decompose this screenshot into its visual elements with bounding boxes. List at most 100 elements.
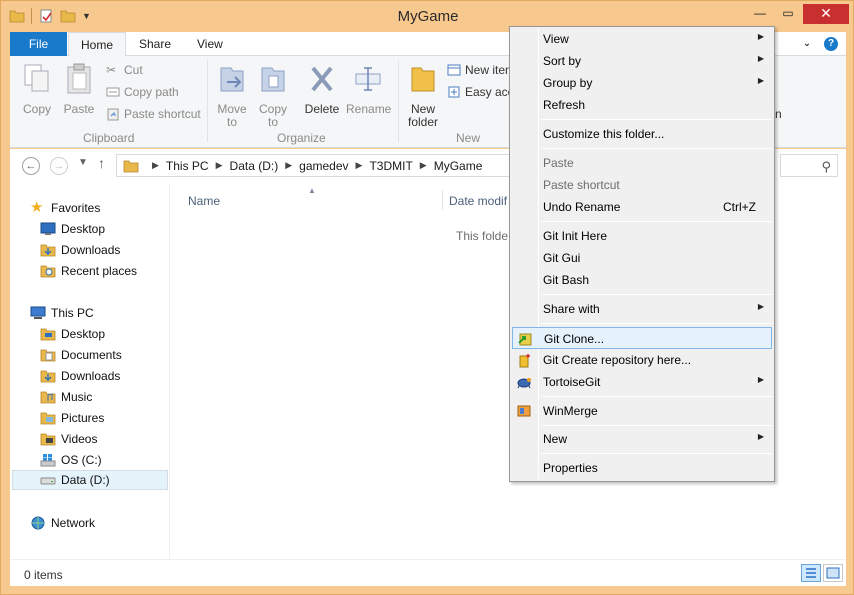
cut-button[interactable]: ✂ Cut <box>106 60 143 80</box>
sort-ascending-icon: ▲ <box>308 186 316 195</box>
scissors-icon: ✂ <box>106 63 117 77</box>
minimize-button[interactable]: — <box>747 4 773 24</box>
nav-item-videos[interactable]: Videos <box>40 429 97 449</box>
move-to-button[interactable]: Move to <box>212 62 252 129</box>
chevron-right-icon[interactable]: ▶ <box>285 160 292 171</box>
menu-item-refresh[interactable]: Refresh <box>512 94 772 116</box>
nav-this-pc[interactable]: This PC <box>30 303 94 323</box>
shortcut-label: Ctrl+Z <box>723 200 756 214</box>
nav-item-data-d[interactable]: Data (D:) <box>12 470 168 490</box>
paste-icon <box>67 63 91 94</box>
music-icon <box>40 391 56 404</box>
window-title: MyGame <box>397 8 459 25</box>
menu-separator <box>541 323 772 324</box>
new-item-button[interactable]: New iten <box>447 60 512 80</box>
easy-access-button[interactable]: Easy acc <box>447 82 514 102</box>
tab-home[interactable]: Home <box>68 32 126 57</box>
menu-item-git-create-repository[interactable]: Git Create repository here... <box>512 349 772 371</box>
chevron-right-icon: ▶ <box>757 76 764 85</box>
nav-favorites[interactable]: ★ Favorites <box>30 198 100 218</box>
menu-item-properties[interactable]: Properties <box>512 457 772 479</box>
expand-ribbon-icon[interactable]: ⌄ <box>800 37 814 51</box>
rename-button[interactable]: Rename <box>346 62 391 116</box>
nav-network[interactable]: Network <box>30 513 95 533</box>
network-icon <box>31 516 45 530</box>
copy-to-icon <box>261 67 285 92</box>
nav-item-os-c[interactable]: OS (C:) <box>40 450 102 470</box>
menu-item-git-clone[interactable]: Git Clone... <box>512 327 772 349</box>
tab-view[interactable]: View <box>197 32 223 56</box>
tortoisegit-icon <box>517 378 531 389</box>
column-divider[interactable] <box>442 190 443 210</box>
breadcrumb-gamedev[interactable]: gamedev <box>299 159 348 173</box>
menu-item-git-bash[interactable]: Git Bash <box>512 269 772 291</box>
recent-locations-icon[interactable]: ▼ <box>78 157 88 168</box>
breadcrumb-data-d[interactable]: Data (D:) <box>230 159 279 173</box>
delete-button[interactable]: Delete <box>302 62 342 116</box>
forward-button[interactable]: → <box>50 157 68 175</box>
tab-share[interactable]: Share <box>139 32 171 56</box>
breadcrumb-t3dmit[interactable]: T3DMIT <box>369 159 412 173</box>
pictures-icon <box>40 412 56 425</box>
menu-item-git-gui[interactable]: Git Gui <box>512 247 772 269</box>
address-bar[interactable]: ▶ This PC ▶ Data (D:) ▶ gamedev ▶ T3DMIT… <box>116 154 516 177</box>
winmerge-icon <box>517 405 531 417</box>
up-button[interactable]: ↑ <box>98 155 105 171</box>
breadcrumb-mygame[interactable]: MyGame <box>434 159 483 173</box>
nav-item-pictures[interactable]: Pictures <box>40 408 104 428</box>
clipboard-group-label: Clipboard <box>83 131 135 145</box>
copy-path-icon <box>106 87 120 97</box>
menu-item-new[interactable]: New ▶ <box>512 428 772 450</box>
menu-item-undo-rename[interactable]: Undo Rename Ctrl+Z <box>512 196 772 218</box>
copy-to-button[interactable]: Copy to <box>254 62 292 129</box>
menu-item-winmerge[interactable]: WinMerge <box>512 400 772 422</box>
git-clone-icon <box>518 333 532 346</box>
chevron-right-icon[interactable]: ▶ <box>420 160 427 171</box>
copy-path-button[interactable]: Copy path <box>106 82 179 102</box>
paste-button[interactable]: Paste <box>60 62 98 116</box>
nav-item-favorites-downloads[interactable]: Downloads <box>40 240 120 260</box>
back-button[interactable]: ← <box>22 157 40 175</box>
chevron-right-icon[interactable]: ▶ <box>356 160 363 171</box>
menu-item-git-init-here[interactable]: Git Init Here <box>512 225 772 247</box>
menu-item-customize-folder[interactable]: Customize this folder... <box>512 123 772 145</box>
nav-item-downloads[interactable]: Downloads <box>40 366 120 386</box>
chevron-right-icon: ▶ <box>757 54 764 63</box>
menu-item-view[interactable]: View ▶ <box>512 28 772 50</box>
ribbon-cut-off-label: n <box>775 107 782 121</box>
desktop-icon <box>40 222 56 235</box>
desktop-folder-icon <box>40 328 56 341</box>
chevron-right-icon: ▶ <box>757 432 764 441</box>
menu-item-group-by[interactable]: Group by ▶ <box>512 72 772 94</box>
chevron-right-icon: ▶ <box>757 375 764 384</box>
status-bar: 0 items <box>10 559 846 586</box>
nav-item-recent-places[interactable]: Recent places <box>40 261 137 281</box>
nav-item-music[interactable]: Music <box>40 387 92 407</box>
column-header-name[interactable]: Name <box>188 194 220 208</box>
column-header-date-modified[interactable]: Date modif <box>449 194 507 208</box>
search-input[interactable]: ⚲ <box>780 154 838 177</box>
nav-item-desktop[interactable]: Desktop <box>40 324 105 344</box>
menu-item-tortoisegit[interactable]: TortoiseGit ▶ <box>512 371 772 393</box>
nav-item-documents[interactable]: Documents <box>40 345 122 365</box>
group-divider <box>207 60 208 142</box>
menu-separator <box>541 453 772 454</box>
nav-item-favorites-desktop[interactable]: Desktop <box>40 219 105 239</box>
chevron-right-icon[interactable]: ▶ <box>216 160 223 171</box>
delete-icon <box>311 66 333 92</box>
paste-shortcut-button[interactable]: Paste shortcut <box>106 104 201 124</box>
new-group-label: New <box>456 131 481 145</box>
menu-separator <box>541 148 772 149</box>
tab-file[interactable]: File <box>10 32 67 56</box>
close-button[interactable]: ✕ <box>803 4 849 24</box>
menu-item-share-with[interactable]: Share with ▶ <box>512 298 772 320</box>
new-folder-button[interactable]: New folder <box>403 62 443 129</box>
maximize-button[interactable]: ▭ <box>775 4 801 24</box>
large-icons-view-button[interactable] <box>823 564 843 582</box>
details-view-button[interactable] <box>801 564 821 582</box>
breadcrumb-this-pc[interactable]: This PC <box>166 159 209 173</box>
chevron-right-icon[interactable]: ▶ <box>152 160 159 171</box>
copy-button[interactable]: Copy <box>18 62 56 116</box>
help-icon[interactable]: ? <box>824 37 838 51</box>
menu-item-sort-by[interactable]: Sort by ▶ <box>512 50 772 72</box>
